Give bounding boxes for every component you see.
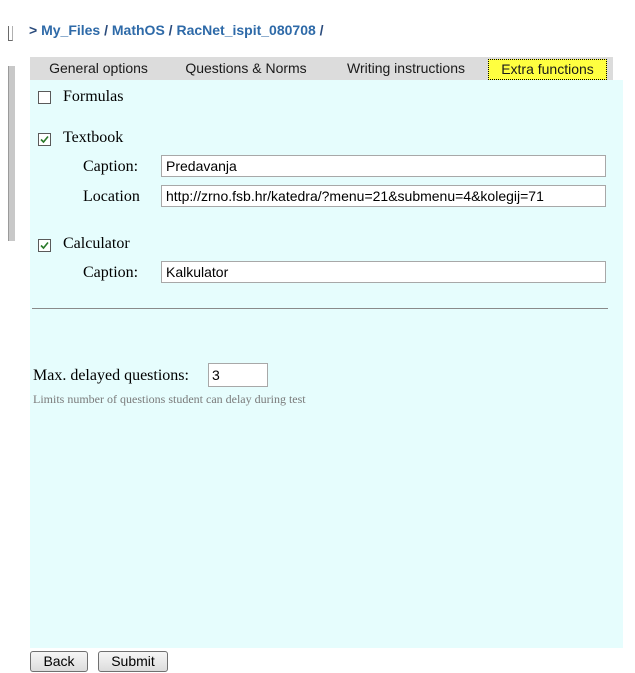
tab-writing-instructions[interactable]: Writing instructions: [325, 57, 487, 80]
calculator-caption-input[interactable]: Kalkulator: [161, 261, 606, 283]
max-delayed-input[interactable]: 3: [208, 363, 268, 387]
tab-extra-functions[interactable]: Extra functions: [488, 59, 607, 80]
formulas-checkbox[interactable]: [38, 91, 51, 104]
extra-functions-panel: Formulas Textbook Caption: Predavanja Lo…: [30, 80, 623, 648]
max-delayed-hint: Limits number of questions student can d…: [33, 392, 306, 406]
calculator-label: Calculator: [63, 235, 130, 252]
textbook-label: Textbook: [63, 129, 124, 146]
textbook-location-input[interactable]: http://zrno.fsb.hr/katedra/?menu=21&subm…: [161, 185, 606, 207]
max-delayed-label: Max. delayed questions:: [33, 367, 189, 384]
calculator-checkbox[interactable]: [38, 239, 51, 252]
textbook-caption-label: Caption:: [83, 158, 139, 175]
breadcrumb-prefix: >: [29, 22, 38, 38]
tab-bar: General options Questions & Norms Writin…: [30, 57, 613, 80]
breadcrumb-item-test[interactable]: RacNet_ispit_080708: [176, 22, 315, 38]
textbook-location-label: Location: [83, 188, 140, 205]
breadcrumb-separator: /: [168, 22, 173, 38]
textbook-caption-input[interactable]: Predavanja: [161, 155, 606, 177]
check-icon: [40, 241, 49, 250]
window-edge: [8, 26, 13, 41]
breadcrumb-item-mathos[interactable]: MathOS: [112, 22, 165, 38]
breadcrumb-item-my-files[interactable]: My_Files: [41, 22, 100, 38]
check-icon: [40, 135, 49, 144]
scrollbar-thumb[interactable]: [8, 66, 15, 241]
back-button[interactable]: Back: [30, 651, 88, 672]
breadcrumb-separator: /: [319, 22, 324, 38]
formulas-label: Formulas: [63, 88, 124, 105]
breadcrumb: > My_Files / MathOS / RacNet_ispit_08070…: [29, 22, 324, 38]
calculator-caption-label: Caption:: [83, 264, 139, 281]
tab-questions-norms[interactable]: Questions & Norms: [167, 57, 325, 80]
textbook-checkbox[interactable]: [38, 133, 51, 146]
submit-button[interactable]: Submit: [98, 651, 168, 672]
breadcrumb-separator: /: [104, 22, 108, 38]
section-divider: [32, 308, 608, 309]
tab-general-options[interactable]: General options: [30, 57, 167, 80]
